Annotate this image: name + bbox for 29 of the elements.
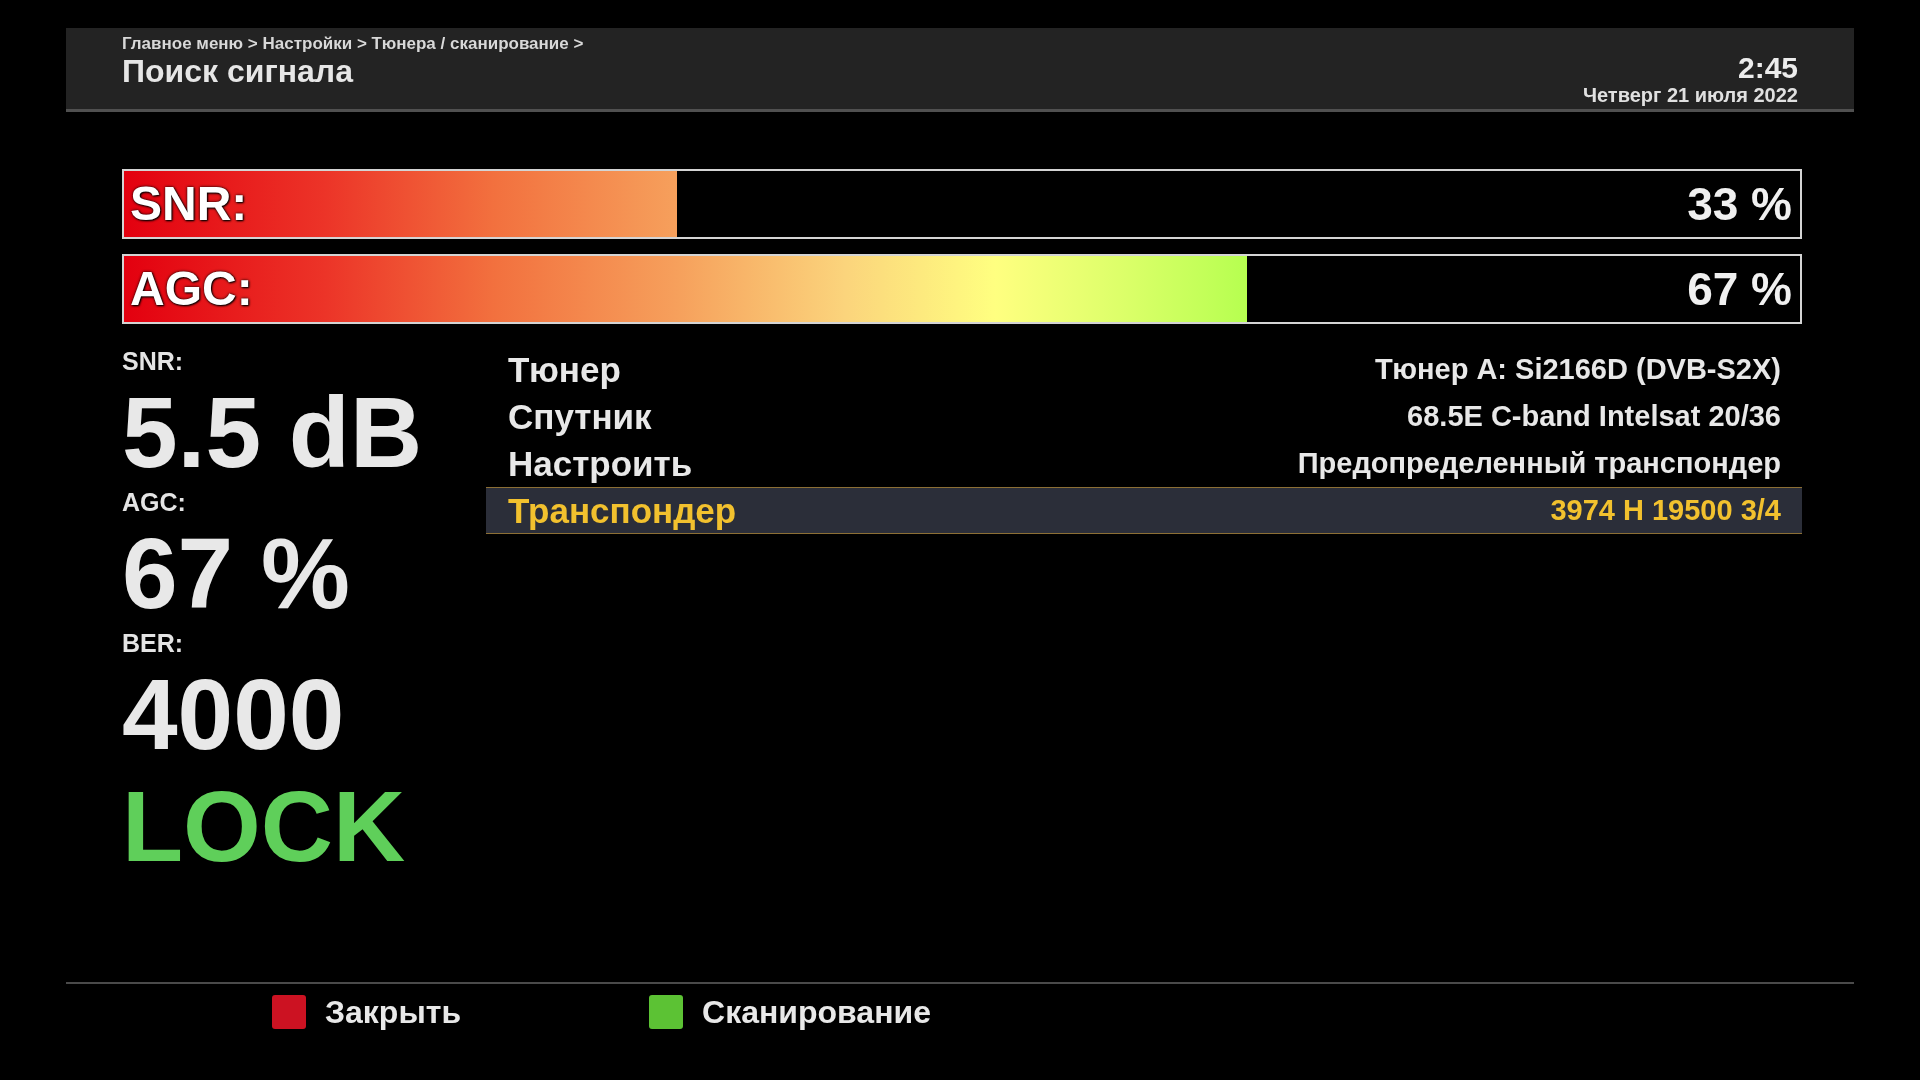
menu-row[interactable]: Настроить Предопределенный транспондер — [486, 440, 1802, 487]
stat-label: BER: — [122, 631, 184, 656]
setting-label: Тюнер — [508, 352, 621, 387]
stat-value: 5.5 dB — [122, 382, 423, 482]
footer-button[interactable]: Сканирование — [649, 995, 931, 1029]
setting-label: Транспондер — [508, 493, 737, 528]
stat-value: 67 % — [122, 523, 350, 623]
breadcrumb: Главное меню > Настройки > Тюнера / сканирование > — [122, 34, 584, 54]
meter-reading: 33 % — [1687, 181, 1792, 227]
stat-label: SNR: — [122, 349, 184, 374]
lock-status: LOCK — [122, 776, 406, 876]
clock-time: 2:45 — [1737, 52, 1798, 84]
setting-value: 68.5E C-band Intelsat 20/36 — [1407, 402, 1781, 431]
stat-label: AGC: — [122, 490, 186, 515]
menu-row[interactable]: Спутник 68.5E C-band Intelsat 20/36 — [486, 393, 1802, 440]
meter-label: SNR: — [130, 180, 248, 228]
setting-value: Тюнер A: Si2166D (DVB-S2X) — [1374, 355, 1781, 384]
meter-label: AGC: — [130, 265, 253, 313]
menu-row[interactable]: Транспондер 3974 H 19500 3/4 — [486, 487, 1802, 534]
footer-button[interactable]: Закрыть — [272, 995, 462, 1029]
setting-value: Предопределенный транспондер — [1297, 449, 1781, 478]
setting-value: 3974 H 19500 3/4 — [1550, 496, 1781, 525]
page-title: Поиск сигнала — [122, 54, 355, 88]
setting-label: Настроить — [508, 446, 693, 481]
setting-label: Спутник — [508, 399, 652, 434]
meter-reading: 67 % — [1687, 266, 1792, 312]
menu-row[interactable]: Тюнер Тюнер A: Si2166D (DVB-S2X) — [486, 346, 1802, 393]
stat-value: 4000 — [122, 664, 345, 764]
date-text: Четверг 21 июля 2022 — [1582, 84, 1798, 106]
